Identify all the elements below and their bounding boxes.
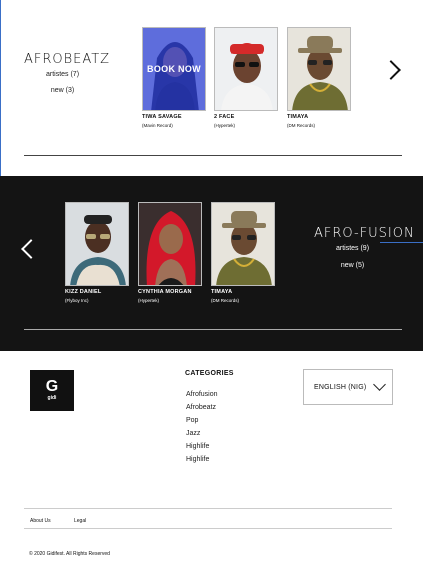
- artist-name: TIWA SAVAGE: [142, 114, 182, 120]
- logo-glyph: G: [45, 378, 59, 395]
- afrofusion-section: KIZZ DANIEL (Flyboy Inc) CYNTHIA MORGAN …: [0, 176, 423, 351]
- artist-name: TIMAYA: [287, 114, 309, 120]
- footer-divider: [24, 528, 392, 529]
- category-link[interactable]: Highlife: [186, 456, 218, 469]
- artist-photo[interactable]: BOOK NOW: [142, 27, 206, 111]
- footer-divider: [24, 508, 392, 509]
- artist-photo[interactable]: [211, 202, 275, 286]
- language-label: ENGLISH (NIG): [314, 383, 367, 391]
- artist-photo[interactable]: [138, 202, 202, 286]
- artists-count[interactable]: artistes (7): [40, 71, 85, 78]
- artist-name: CYNTHIA MORGAN: [138, 289, 192, 295]
- new-count[interactable]: new (5): [330, 262, 375, 269]
- category-link[interactable]: Afrobeatz: [186, 404, 218, 417]
- section-divider: [24, 329, 402, 330]
- artist-name: KIZZ DANIEL: [65, 289, 102, 295]
- artists-count[interactable]: artistes (9): [330, 245, 375, 252]
- artist-label: (Hypertek): [138, 298, 160, 303]
- artist-card[interactable]: 2 FACE (Hypertek): [214, 27, 278, 128]
- category-link[interactable]: Afrofusion: [186, 391, 218, 404]
- section-divider: [24, 155, 402, 156]
- category-link[interactable]: Pop: [186, 417, 218, 430]
- artist-name: 2 FACE: [214, 114, 235, 120]
- artist-photo[interactable]: [65, 202, 129, 286]
- afrobeatz-section: AFROBEATZ artistes (7) new (3) BOOK NOW …: [0, 0, 423, 176]
- gidi-logo[interactable]: G gidi: [30, 370, 74, 411]
- artist-photo[interactable]: [287, 27, 351, 111]
- genre-title[interactable]: AFRO-FUSION: [314, 226, 415, 241]
- artist-card[interactable]: BOOK NOW TIWA SAVAGE (Mavin Record): [142, 27, 206, 128]
- artist-name: TIMAYA: [211, 289, 233, 295]
- accent-line: [380, 242, 423, 243]
- accent-line: [0, 0, 1, 176]
- legal-link[interactable]: Legal: [74, 518, 86, 524]
- artist-label: (Hypertek): [214, 123, 236, 128]
- artist-label: (DM Records): [287, 123, 316, 128]
- artist-photo[interactable]: [214, 27, 278, 111]
- language-select[interactable]: ENGLISH (NIG): [303, 369, 393, 405]
- artist-label: (Flyboy Inc): [65, 298, 89, 303]
- chevron-left-icon[interactable]: [21, 239, 41, 259]
- categories-title: CATEGORIES: [185, 370, 234, 377]
- artist-label: (DM Records): [211, 298, 240, 303]
- logo-text: gidi: [47, 395, 57, 401]
- copyright-text: © 2020 Gidifest. All Rights Reserved: [29, 551, 110, 557]
- artist-card[interactable]: CYNTHIA MORGAN (Hypertek): [138, 202, 202, 303]
- chevron-right-icon[interactable]: [381, 60, 401, 80]
- genre-title[interactable]: AFROBEATZ: [24, 52, 110, 67]
- artist-label: (Mavin Record): [142, 123, 173, 128]
- category-link[interactable]: Jazz: [186, 430, 218, 443]
- chevron-down-icon: [373, 378, 386, 391]
- artist-card[interactable]: KIZZ DANIEL (Flyboy Inc): [65, 202, 129, 303]
- artist-card[interactable]: TIMAYA (DM Records): [211, 202, 275, 303]
- new-count[interactable]: new (3): [40, 87, 85, 94]
- about-link[interactable]: About Us: [30, 518, 51, 524]
- artist-card[interactable]: TIMAYA (DM Records): [287, 27, 351, 128]
- category-link[interactable]: Highlife: [186, 443, 218, 456]
- book-now-overlay[interactable]: BOOK NOW: [143, 28, 205, 110]
- categories-list: Afrofusion Afrobeatz Pop Jazz Highlife H…: [186, 391, 218, 469]
- footer: G gidi CATEGORIES Afrofusion Afrobeatz P…: [0, 351, 423, 583]
